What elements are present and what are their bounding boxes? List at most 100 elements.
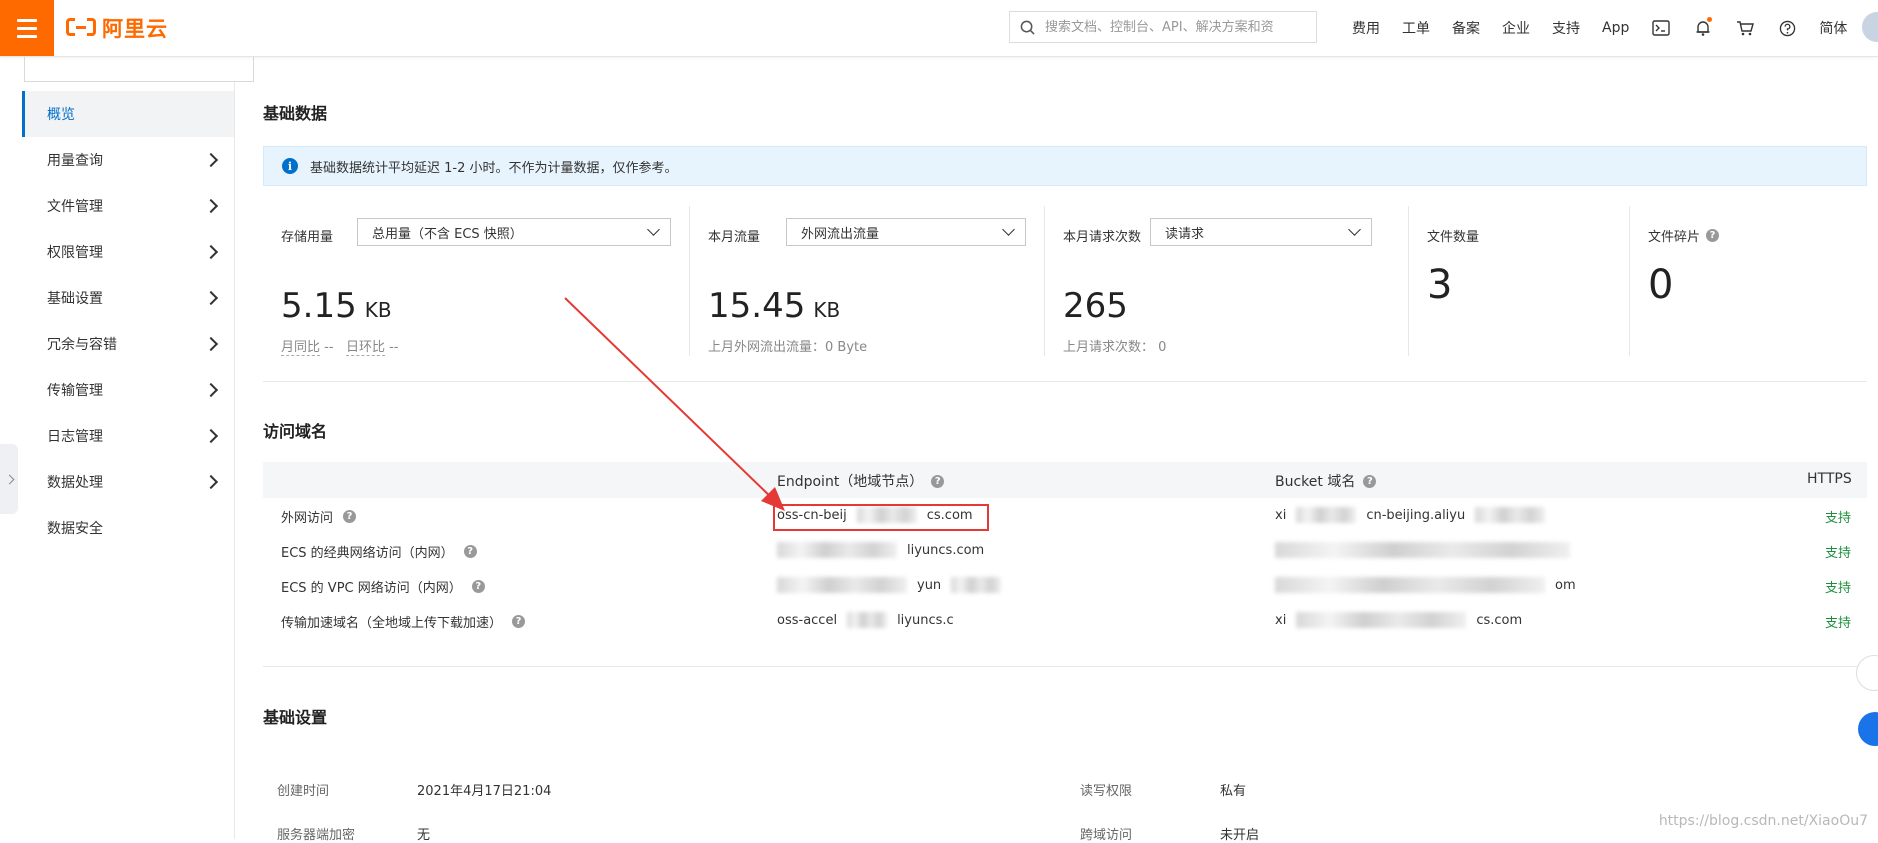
chat-button[interactable] [1858,712,1878,746]
chevron-down-icon [1348,223,1361,236]
nav-support[interactable]: 支持 [1552,18,1580,38]
help-icon[interactable]: ? [1363,474,1377,488]
domain-type: ECS 的 VPC 网络访问（内网）? [281,577,485,596]
stat-label: 本月流量 [708,230,761,245]
help-icon[interactable]: ? [471,580,485,593]
terminal-icon[interactable] [1651,18,1671,38]
redacted-block [1475,507,1546,523]
redacted-block [777,577,907,593]
redacted-block [777,542,897,558]
stat-label: 存储用量 [281,230,334,245]
bucket-text: xi [1275,612,1287,628]
domain-type: ECS 的经典网络访问（内网）? [281,542,477,561]
nav-ticket[interactable]: 工单 [1402,18,1430,38]
bucket-domain-value[interactable]: om [1275,577,1576,593]
feedback-button[interactable] [1856,655,1878,691]
sidebar-item-data-processing[interactable]: 数据处理 [22,459,234,505]
sidebar-item-label: 基础设置 [47,291,103,307]
info-icon: i [282,158,298,174]
settings-title: 基础设置 [263,708,328,727]
sidebar-item-usage[interactable]: 用量查询 [22,137,234,183]
stat-compare: 月同比 -- 日环比 -- [281,336,399,356]
annotation-arrow [564,297,785,511]
sidebar-item-basic-settings[interactable]: 基础设置 [22,275,234,321]
endpoint-text: yun [917,577,942,593]
sidebar-item-label: 日志管理 [47,429,103,445]
domains-title: 访问域名 [263,422,328,441]
yoy-label: 月同比 [281,340,321,356]
nav-icp[interactable]: 备案 [1452,18,1480,38]
sidebar-item-label: 概览 [47,107,75,123]
sidebar-item-label: 文件管理 [47,199,103,215]
aliyun-logo[interactable]: 阿里云 [66,14,168,42]
mom-label: 日环比 [345,340,385,356]
search-icon [1020,20,1035,35]
chevron-right-icon [203,382,219,398]
traffic-type-select[interactable]: 外网流出流量 [786,218,1026,246]
help-icon[interactable] [1777,18,1797,38]
bucket-domain-value[interactable] [1275,542,1570,558]
encrypt-label: 服务器端加密 [277,828,356,843]
table-header: Endpoint（地域节点）? Bucket 域名? HTTPS [263,462,1867,498]
endpoint-value[interactable]: liyuncs.com [777,542,984,558]
help-icon[interactable]: ? [463,545,477,558]
https-status: 支持 [1825,511,1852,526]
redacted-block [847,612,888,628]
help-icon[interactable]: ? [1706,229,1720,242]
stat-value: 265 [1063,286,1128,326]
select-value: 总用量（不含 ECS 快照） [372,226,523,242]
chevron-down-icon [1002,223,1015,236]
header-https: HTTPS [1807,471,1852,487]
bucket-domain-value[interactable]: xi cn-beijing.aliyu [1275,507,1546,523]
request-type-select[interactable]: 读请求 [1150,218,1372,246]
endpoint-text: liyuncs.com [907,542,985,558]
stats-row: 存储用量 总用量（不含 ECS 快照） 5.15 KB 月同比 -- 日环比 --… [263,206,1867,356]
nav-enterprise[interactable]: 企业 [1502,18,1530,38]
search-box[interactable] [1009,11,1317,43]
help-icon[interactable]: ? [343,510,357,523]
sidebar-item-permissions[interactable]: 权限管理 [22,229,234,275]
stat-value: 0 [1648,262,1674,308]
endpoint-value[interactable]: oss-accel liyuncs.c [777,612,954,628]
chevron-right-icon [203,198,219,214]
sidebar-item-transfer[interactable]: 传输管理 [22,367,234,413]
top-nav: 费用 工单 备案 企业 支持 App 简体 [1352,0,1869,56]
https-status: 支持 [1825,581,1852,596]
sidebar-item-label: 用量查询 [47,153,103,169]
bell-icon[interactable] [1693,17,1713,38]
sidebar-item-data-security[interactable]: 数据安全 [22,505,234,551]
notice-text: 基础数据统计平均延迟 1-2 小时。不作为计量数据，仅作参考。 [310,160,678,176]
cart-icon[interactable] [1735,18,1755,38]
table-row: ECS 的经典网络访问（内网）? liyuncs.com 支持 [263,533,1867,568]
acl-label: 读写权限 [1080,784,1133,799]
watermark: https://blog.csdn.net/XiaoOu7 [1658,813,1868,829]
stat-fragments: 文件碎片? 0 [1630,206,1867,356]
endpoint-value[interactable]: yun [777,577,1002,593]
https-status: 支持 [1825,616,1852,631]
sidebar-item-redundancy[interactable]: 冗余与容错 [22,321,234,367]
sidebar-item-logs[interactable]: 日志管理 [22,413,234,459]
stat-label: 文件碎片? [1648,226,1720,245]
stat-value: 5.15 KB [281,286,392,326]
nav-app[interactable]: App [1602,20,1629,36]
created-value: 2021年4月17日21:04 [417,784,552,799]
language-switch[interactable]: 简体 [1819,18,1847,38]
help-icon[interactable]: ? [512,615,526,628]
redacted-block [1275,542,1570,558]
stat-files: 文件数量 3 [1409,206,1629,356]
bucket-text: cn-beijing.aliyu [1366,507,1466,523]
menu-icon[interactable] [0,0,54,56]
search-input[interactable] [1043,18,1297,36]
bucket-domain-value[interactable]: xi cs.com [1275,612,1522,628]
storage-type-select[interactable]: 总用量（不含 ECS 快照） [357,218,671,246]
table-row: ECS 的 VPC 网络访问（内网）? yun om 支持 [263,568,1867,603]
logo-text: 阿里云 [102,17,168,41]
created-label: 创建时间 [277,784,330,799]
sidebar-item-files[interactable]: 文件管理 [22,183,234,229]
nav-billing[interactable]: 费用 [1352,18,1380,38]
sidebar-toggle[interactable] [0,444,18,514]
help-icon[interactable]: ? [931,474,945,488]
bucket-text: cs.com [1476,612,1523,628]
sidebar-item-overview[interactable]: 概览 [22,91,234,137]
divider [263,381,1867,382]
